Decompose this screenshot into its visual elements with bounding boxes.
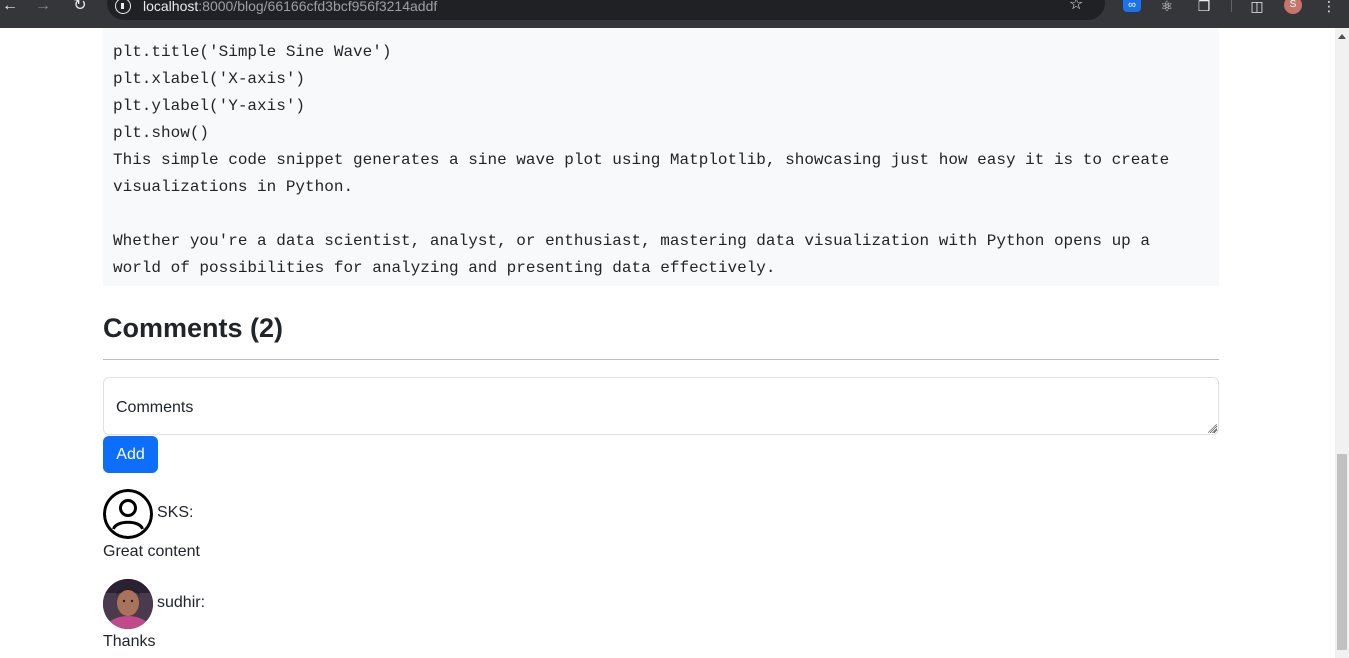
comment-text: Thanks [103, 633, 156, 650]
code-line: plt.xlabel('X-axis') [113, 70, 306, 88]
star-icon[interactable]: ☆ [1069, 0, 1083, 13]
infinity-extension-icon[interactable]: ∞ [1123, 0, 1141, 12]
vertical-scrollbar[interactable] [1335, 28, 1349, 658]
post-paragraph-line: This simple code snippet generates a sin… [113, 151, 1170, 169]
url-host: localhost [143, 0, 199, 14]
code-line: plt.title('Simple Sine Wave') [113, 43, 392, 61]
profile-avatar[interactable]: S [1284, 0, 1302, 14]
add-comment-button[interactable]: Add [103, 436, 158, 473]
toolbar-divider [1231, 0, 1232, 12]
post-content-block: plt.title('Simple Sine Wave') plt.xlabel… [103, 28, 1219, 286]
site-info-icon[interactable] [115, 0, 131, 14]
comment-input[interactable] [103, 377, 1219, 435]
code-line: plt.show() [113, 124, 210, 142]
side-panel-icon[interactable]: ◫ [1249, 0, 1265, 14]
default-user-icon [103, 489, 153, 539]
post-paragraph-line: world of possibilities for analyzing and… [113, 259, 776, 277]
puzzle-extensions-icon[interactable]: ❒ [1195, 0, 1213, 14]
comment-text: Great content [103, 543, 200, 560]
post-paragraph-line: Whether you're a data scientist, analyst… [113, 232, 1150, 250]
reload-icon[interactable]: ↻ [70, 0, 90, 14]
scrollbar-thumb[interactable] [1337, 454, 1347, 650]
forward-arrow-icon[interactable]: → [33, 0, 53, 14]
section-divider [103, 359, 1219, 360]
browser-toolbar: ← → ↻ localhost:8000/blog/66166cfd3bcf95… [0, 0, 1349, 28]
comment-author: sudhir: [157, 594, 206, 611]
url-path: :8000/blog/66166cfd3bcf956f3214addf [198, 0, 438, 14]
user-photo [103, 579, 153, 629]
scroll-up-arrow-icon[interactable] [1338, 34, 1346, 39]
resize-handle-icon[interactable] [1208, 424, 1217, 433]
comment-author: SKS: [157, 504, 194, 521]
code-line: plt.ylabel('Y-axis') [113, 97, 306, 115]
kebab-menu-icon[interactable]: ⋮ [1321, 0, 1337, 14]
post-paragraph-line: visualizations in Python. [113, 178, 354, 196]
back-arrow-icon[interactable]: ← [0, 0, 20, 14]
comments-heading: Comments (2) [103, 313, 284, 343]
react-devtools-icon[interactable]: ⚛ [1158, 0, 1176, 14]
address-bar[interactable]: localhost:8000/blog/66166cfd3bcf956f3214… [107, 0, 1105, 20]
url-text[interactable]: localhost:8000/blog/66166cfd3bcf956f3214… [143, 0, 437, 14]
page-viewport: plt.title('Simple Sine Wave') plt.xlabel… [0, 28, 1335, 658]
